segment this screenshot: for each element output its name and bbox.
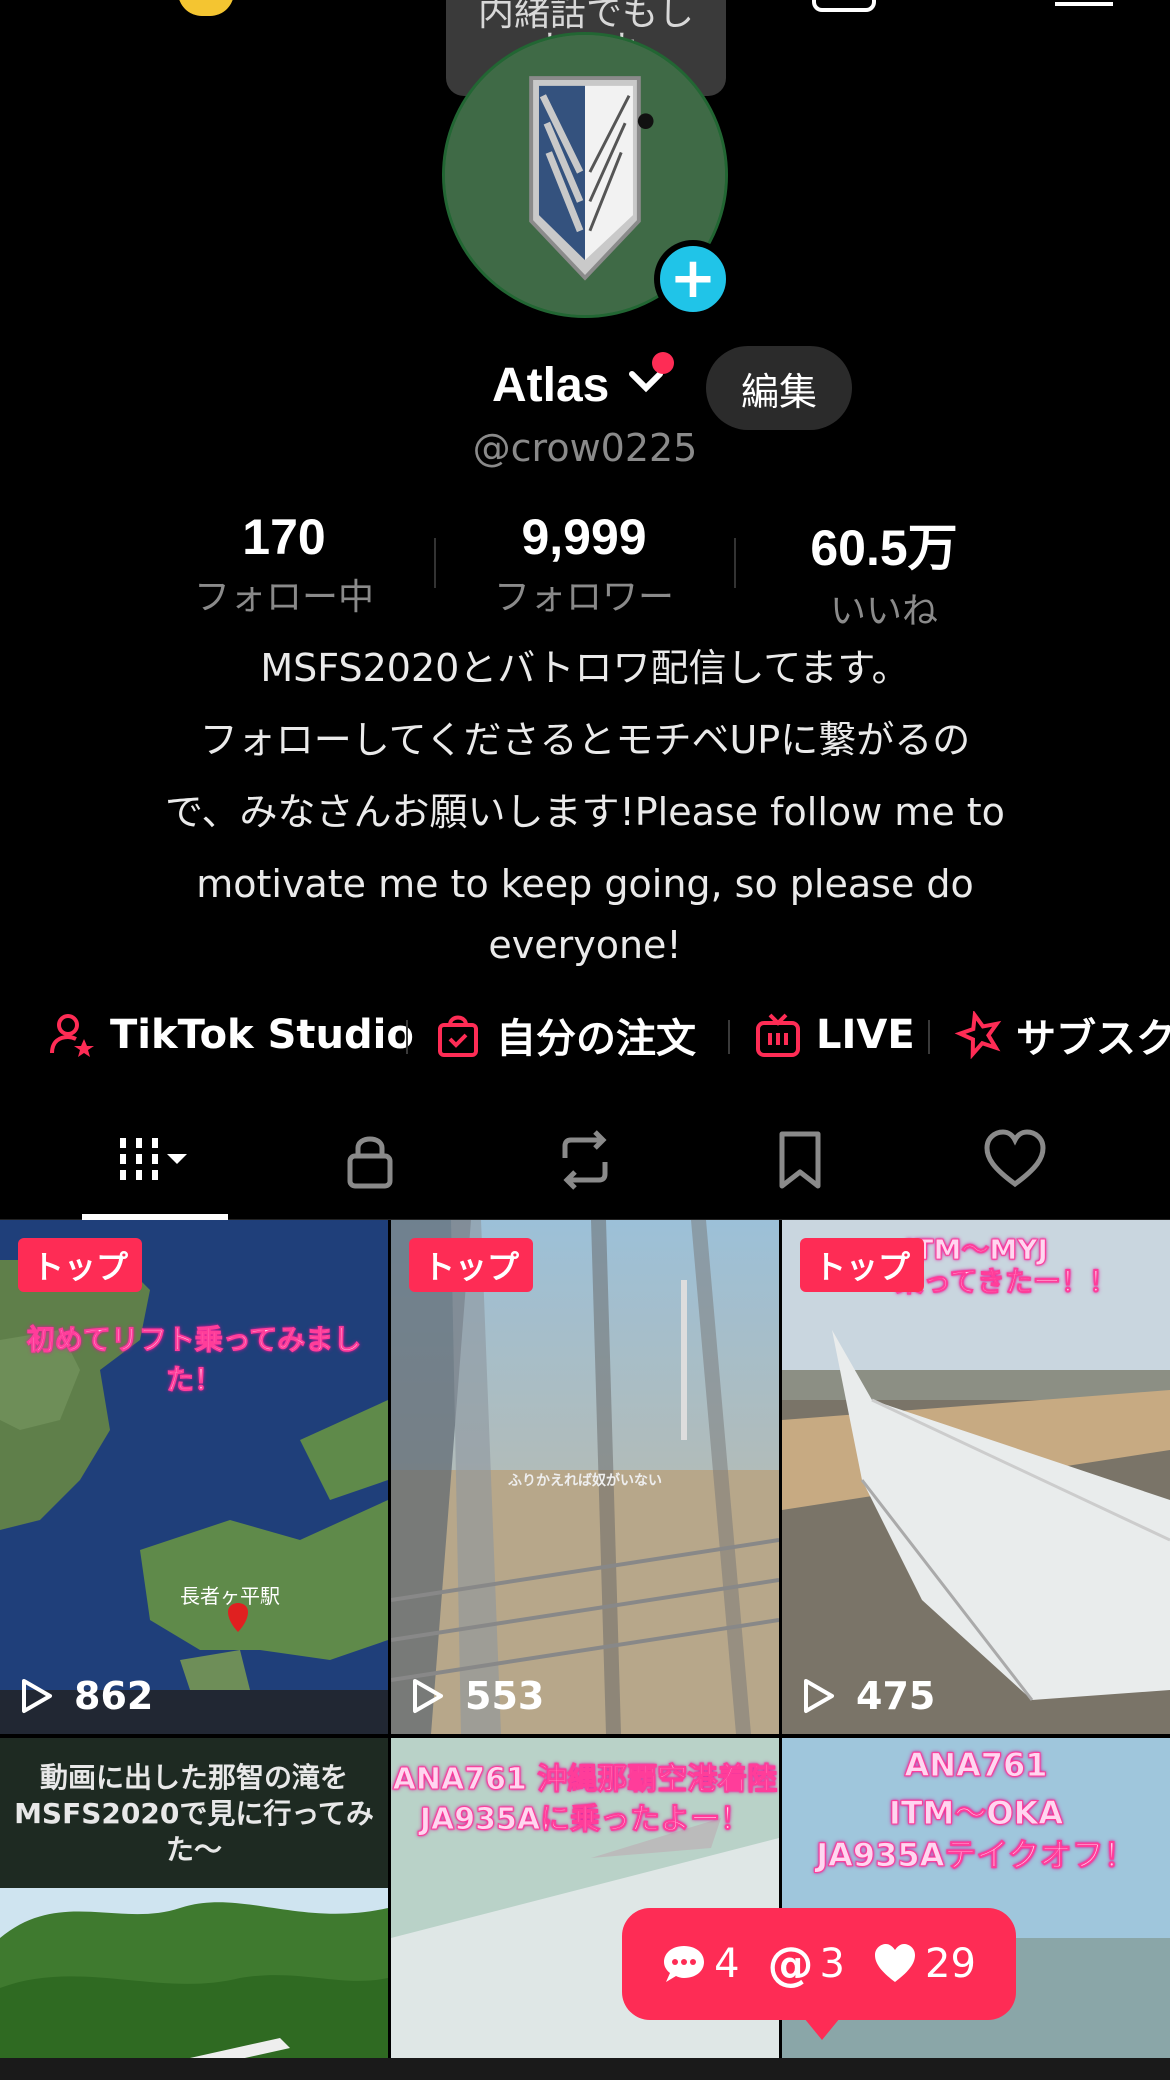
heart-icon [875,1944,915,1982]
divider [728,1020,730,1054]
stat-label: フォロワー [493,577,674,618]
bio-line: MSFS2020とバトロワ配信してます。 [260,646,910,690]
mention-icon: @ [767,1937,814,1991]
activity-notification-bubble[interactable]: 4 @ 3 29 [622,1908,1016,2040]
pinned-badge: トップ [800,1238,925,1292]
stat-likes[interactable]: 60.5万 いいね [754,508,1014,634]
like-count: 29 [873,1941,976,1987]
tab-reposts[interactable] [510,1100,660,1220]
bio-line: フォローしてくださるとモチベUPに繋がるの [199,718,971,762]
play-icon [804,1679,834,1713]
view-count-value: 475 [856,1674,936,1718]
mention-count: @ 3 [768,1937,845,1991]
stat-value: 9,999 [521,509,647,565]
divider [734,538,736,588]
video-caption: ITM〜OKA [888,1794,1064,1833]
video-thumbnail[interactable]: ITM〜MYJ 乗ってきたー！！ トップ 475 [782,1220,1170,1734]
bottom-nav-edge [0,2058,1170,2080]
tv-icon [756,1013,800,1057]
profile-bio[interactable]: MSFS2020とバトロワ配信してます。 フォローしてくださるとモチベUPに繋が… [100,632,1070,970]
repost-icon [562,1130,608,1190]
shopping-bag-icon [438,1015,478,1057]
star-icon [954,1011,1002,1059]
stat-value: 60.5万 [810,520,958,576]
shortcut-bar: TikTok Studio 自分の注文 LIVE サブスク [0,1000,1170,1070]
video-caption: ANA761 [904,1746,1048,1785]
bookmark-icon [779,1131,821,1189]
shortcut-subscription[interactable]: サブスク [954,1000,1170,1070]
video-caption: MSFS2020で見に行ってみ [14,1797,374,1830]
tab-favorites[interactable] [725,1100,875,1220]
bio-line: motivate me to keep going, so please do [196,862,974,906]
view-count-value: 553 [465,1674,545,1718]
shortcut-label: サブスク [1016,1016,1170,1062]
video-caption: JA935Aに乗ったよー！ [419,1802,751,1838]
video-caption: 初めてリフト乗ってみました！ [26,1323,362,1397]
view-count: 553 [409,1674,544,1718]
video-caption: JA935Aテイクオフ！ [816,1836,1137,1875]
video-caption: 動画に出した那智の滝を [39,1761,348,1794]
emoji-icon [178,0,234,16]
profile-name-row: Atlas 編集 [0,346,1170,430]
shortcut-live[interactable]: LIVE [754,1000,915,1070]
view-count: 475 [800,1674,935,1718]
play-icon [22,1679,52,1713]
shortcut-label: 自分の注文 [496,1016,696,1062]
stat-following[interactable]: 170 フォロー中 [154,508,414,620]
profile-handle: @crow0225 [472,426,698,470]
person-star-icon [50,1014,94,1057]
tab-liked[interactable] [940,1100,1090,1220]
comment-count-value: 4 [714,1941,740,1987]
add-story-button[interactable]: + [654,240,732,318]
notification-dot [652,352,674,374]
video-thumbnail[interactable]: 初めてリフト乗ってみました！ 長者ヶ平駅 トップ 862 [0,1220,388,1734]
stat-label: いいね [829,591,938,632]
comment-count: 4 [662,1941,740,1987]
menu-icon[interactable] [1055,2,1113,6]
stat-label: フォロー中 [193,577,374,618]
grid-icon [120,1138,187,1182]
comment-icon [664,1946,705,1982]
map-label: 長者ヶ平駅 [180,1584,280,1608]
tab-private[interactable] [295,1100,445,1220]
heart-icon [984,1129,1046,1188]
view-count-value: 862 [74,1674,154,1718]
shortcut-label: TikTok Studio [110,1012,414,1058]
lock-icon [347,1136,393,1189]
bio-line: で、みなさんお願いします!Please follow me to [165,790,1005,834]
pinned-badge: トップ [409,1238,534,1292]
stat-followers[interactable]: 9,999 フォロワー [454,508,714,620]
inbox-icon[interactable] [812,0,876,12]
divider [928,1020,930,1054]
bio-line: everyone! [488,923,682,967]
shortcut-label: LIVE [816,1012,915,1058]
video-thumbnail[interactable]: 動画に出した那智の滝を MSFS2020で見に行ってみ た〜 [0,1738,388,2080]
profile-tabs [0,1100,1170,1220]
divider [406,1020,408,1054]
profile-name[interactable]: Atlas [492,358,609,413]
stat-value: 170 [242,509,326,565]
video-caption: ANA761 沖縄那覇空港着陸 [392,1762,778,1798]
shortcut-tiktok-studio[interactable]: TikTok Studio [48,1000,414,1070]
shortcut-orders[interactable]: 自分の注文 [434,1000,696,1070]
play-icon [413,1679,443,1713]
video-caption: た〜 [165,1833,222,1866]
video-caption: ふりかえれば奴がいない [508,1473,662,1489]
view-count: 862 [18,1674,153,1718]
divider [434,538,436,588]
mention-count-value: 3 [819,1941,845,1987]
edit-profile-button[interactable]: 編集 [706,346,852,430]
share-icon[interactable] [930,0,980,12]
video-thumbnail[interactable]: ふりかえれば奴がいない トップ 553 [391,1220,779,1734]
profile-stats: 170 フォロー中 9,999 フォロワー 60.5万 いいね [0,508,1170,632]
like-count-value: 29 [925,1941,976,1987]
pinned-badge: トップ [18,1238,143,1292]
tab-videos[interactable] [80,1100,230,1220]
